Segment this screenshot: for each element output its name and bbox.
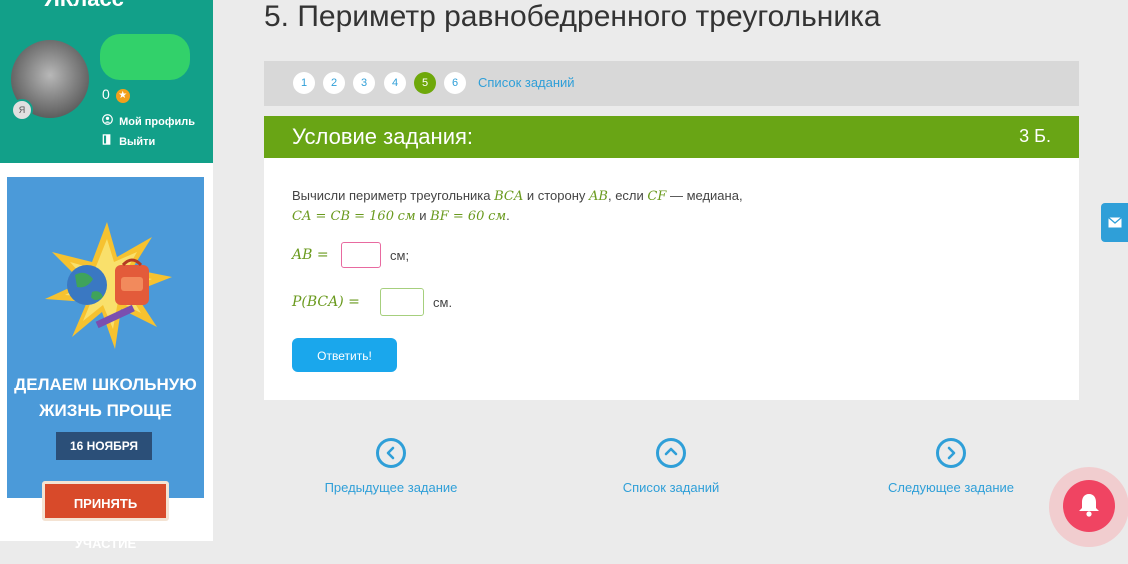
math-ab: AB <box>589 189 608 204</box>
task-number-3[interactable]: 3 <box>353 72 375 94</box>
math-unit: см <box>397 209 416 224</box>
logout-label: Выйти <box>119 136 156 148</box>
bell-icon <box>1079 494 1099 517</box>
condition-text: Вычисли периметр треугольника <box>292 188 495 203</box>
envelope-icon <box>1108 217 1122 228</box>
feedback-mail-tab[interactable] <box>1101 203 1128 242</box>
condition-text: и <box>415 208 431 223</box>
user-name-redacted <box>100 34 190 80</box>
points-counter: 0 ★ <box>102 86 130 103</box>
promo-banner[interactable]: ДЕЛАЕМ ШКОЛЬНУЮ ЖИЗНЬ ПРОЩЕ 16 НОЯБРЯ <box>7 177 204 498</box>
condition-text: — медиана, <box>666 188 743 203</box>
exit-door-icon <box>102 134 116 148</box>
site-logo[interactable]: ЯКласс <box>44 0 124 12</box>
banner-headline-1: ДЕЛАЕМ ШКОЛЬНУЮ <box>14 375 197 394</box>
profile-panel: ЯКласс Я 0 ★ Мой профиль Выйти <box>0 0 213 163</box>
chevron-up-icon[interactable] <box>656 438 686 468</box>
task-number-2[interactable]: 2 <box>323 72 345 94</box>
my-profile-label: Мой профиль <box>119 116 195 128</box>
task-card: Условие задания: 3 Б. Вычисли периметр т… <box>264 116 1079 400</box>
sidebar: ЯКласс Я 0 ★ Мой профиль Выйти <box>0 0 213 551</box>
task-number-6[interactable]: 6 <box>444 72 466 94</box>
chevron-left-icon[interactable] <box>376 438 406 468</box>
task-navigation: 1 2 3 4 5 6 Список заданий <box>264 61 1079 106</box>
my-profile-link[interactable]: Мой профиль <box>102 114 195 128</box>
chevron-right-icon[interactable] <box>936 438 966 468</box>
participate-button[interactable]: ПРИНЯТЬ УЧАСТИЕ <box>42 481 169 551</box>
answer-input-ab[interactable] <box>341 242 381 268</box>
task-list-link[interactable]: Список заданий <box>478 75 575 90</box>
math-unit: см <box>488 209 507 224</box>
task-list-nav[interactable]: Список заданий <box>606 438 736 495</box>
task-points: 3 Б. <box>1019 126 1051 146</box>
condition-line-2: CA = CB = 160 см и BF = 60 см. <box>292 206 743 226</box>
math-ca-cb: CA = CB = 160 <box>292 209 394 224</box>
prev-task-label[interactable]: Предыдущее задание <box>316 480 466 495</box>
math-bf: BF = 60 <box>430 209 485 224</box>
next-task-label[interactable]: Следующее задание <box>878 480 1024 495</box>
task-number-1[interactable]: 1 <box>293 72 315 94</box>
prev-task-nav[interactable]: Предыдущее задание <box>316 438 466 495</box>
task-number-5-active[interactable]: 5 <box>414 72 436 94</box>
task-header: Условие задания: 3 Б. <box>264 116 1079 158</box>
notifications-widget[interactable] <box>1041 463 1128 547</box>
task-list-label[interactable]: Список заданий <box>606 480 736 495</box>
answer-label-ab: AB = <box>292 247 329 263</box>
notifications-button[interactable] <box>1063 480 1115 532</box>
condition-text: . <box>506 208 510 223</box>
logout-link[interactable]: Выйти <box>102 134 155 148</box>
banner-date: 16 НОЯБРЯ <box>56 432 152 460</box>
task-number-4[interactable]: 4 <box>384 72 406 94</box>
submit-answer-button[interactable]: Ответить! <box>292 338 397 372</box>
answer-unit-ab: см; <box>390 248 410 263</box>
task-header-title: Условие задания: <box>292 124 474 149</box>
page-title: 5. Периметр равнобедренного треугольника <box>264 0 881 33</box>
math-cf: CF <box>647 189 667 204</box>
user-circle-icon <box>102 114 116 128</box>
points-value: 0 <box>102 86 110 102</box>
task-condition: Вычисли периметр треугольника BCA и стор… <box>292 186 743 226</box>
condition-text: и сторону <box>523 188 590 203</box>
yandex-badge-icon: Я <box>11 99 33 121</box>
next-task-nav[interactable]: Следующее задание <box>878 438 1024 495</box>
answer-input-perimeter[interactable] <box>380 288 424 316</box>
condition-text: , если <box>607 188 648 203</box>
answer-unit-perimeter: см. <box>433 295 453 310</box>
school-illustration <box>45 222 172 349</box>
math-bca: BCA <box>494 189 524 204</box>
star-icon: ★ <box>115 89 130 103</box>
condition-line-1: Вычисли периметр треугольника BCA и стор… <box>292 186 743 206</box>
banner-headline-2: ЖИЗНЬ ПРОЩЕ <box>39 401 172 420</box>
answer-label-perimeter: P(BCA) = <box>292 294 360 310</box>
